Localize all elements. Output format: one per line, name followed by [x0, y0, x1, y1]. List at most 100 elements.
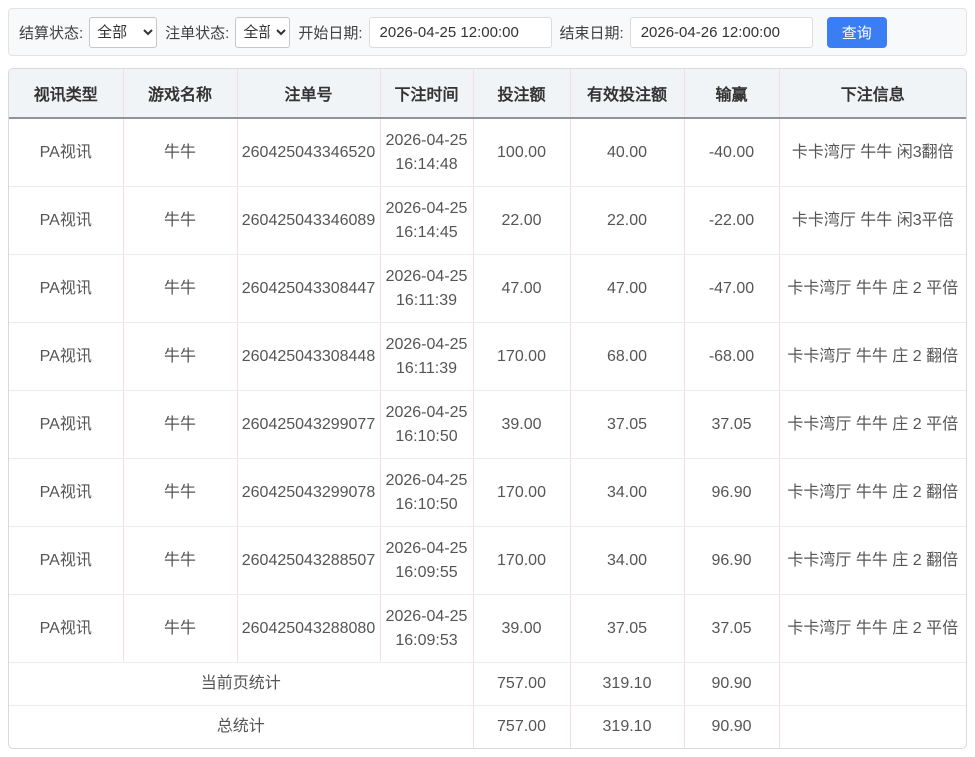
cell-win-loss: -22.00 [684, 187, 779, 255]
summary-row-grand-total: 总统计 757.00 319.10 90.90 [9, 706, 966, 749]
cell-video-type: PA视讯 [9, 118, 123, 187]
cell-bet-info: 卡卡湾厅 牛牛 庄 2 平倍 [779, 595, 966, 663]
cell-video-type: PA视讯 [9, 187, 123, 255]
cell-game-name: 牛牛 [123, 459, 237, 527]
cell-win-loss: 37.05 [684, 595, 779, 663]
cell-bet-info: 卡卡湾厅 牛牛 庄 2 平倍 [779, 391, 966, 459]
table-row: PA视讯 牛牛 260425043346089 2026-04-25 16:14… [9, 187, 966, 255]
cell-bet-amount: 22.00 [473, 187, 570, 255]
cell-valid-amount: 34.00 [570, 459, 684, 527]
page: 结算状态: 全部 注单状态: 全部 开始日期: 结束日期: 查询 [0, 0, 975, 757]
cell-bet-amount: 39.00 [473, 595, 570, 663]
cell-valid-amount: 40.00 [570, 118, 684, 187]
start-date-input[interactable] [369, 17, 552, 48]
cell-valid-amount: 34.00 [570, 527, 684, 595]
settlement-status-group: 结算状态: 全部 [19, 17, 157, 48]
cell-valid-amount: 47.00 [570, 255, 684, 323]
summary-current-win-loss-total: 90.90 [684, 663, 779, 706]
summary-row-current-page: 当前页统计 757.00 319.10 90.90 [9, 663, 966, 706]
order-status-label: 注单状态: [165, 22, 229, 43]
cell-bet-time: 2026-04-25 16:10:50 [380, 391, 473, 459]
cell-win-loss: 37.05 [684, 391, 779, 459]
table-row: PA视讯 牛牛 260425043299078 2026-04-25 16:10… [9, 459, 966, 527]
cell-order-id: 260425043308447 [237, 255, 380, 323]
header-bet-amount: 投注额 [473, 69, 570, 118]
cell-bet-info: 卡卡湾厅 牛牛 闲3翻倍 [779, 118, 966, 187]
summary-grand-valid-total: 319.10 [570, 706, 684, 749]
cell-video-type: PA视讯 [9, 595, 123, 663]
cell-bet-info: 卡卡湾厅 牛牛 庄 2 翻倍 [779, 459, 966, 527]
header-valid-amount: 有效投注额 [570, 69, 684, 118]
table-row: PA视讯 牛牛 260425043288080 2026-04-25 16:09… [9, 595, 966, 663]
cell-order-id: 260425043346520 [237, 118, 380, 187]
cell-win-loss: -68.00 [684, 323, 779, 391]
cell-game-name: 牛牛 [123, 323, 237, 391]
query-button[interactable]: 查询 [827, 17, 887, 48]
cell-order-id: 260425043288507 [237, 527, 380, 595]
cell-valid-amount: 37.05 [570, 391, 684, 459]
table-row: PA视讯 牛牛 260425043288507 2026-04-25 16:09… [9, 527, 966, 595]
header-win-loss: 输赢 [684, 69, 779, 118]
cell-win-loss: 96.90 [684, 527, 779, 595]
cell-bet-amount: 47.00 [473, 255, 570, 323]
table-body: PA视讯 牛牛 260425043346520 2026-04-25 16:14… [9, 118, 966, 748]
cell-bet-time: 2026-04-25 16:10:50 [380, 459, 473, 527]
summary-current-valid-total: 319.10 [570, 663, 684, 706]
table-row: PA视讯 牛牛 260425043308448 2026-04-25 16:11… [9, 323, 966, 391]
bet-records-table: 视讯类型 游戏名称 注单号 下注时间 投注额 有效投注额 输赢 下注信息 PA视… [9, 69, 966, 748]
header-bet-time: 下注时间 [380, 69, 473, 118]
header-bet-info: 下注信息 [779, 69, 966, 118]
settlement-status-select[interactable]: 全部 [89, 17, 157, 48]
cell-game-name: 牛牛 [123, 187, 237, 255]
table-header: 视讯类型 游戏名称 注单号 下注时间 投注额 有效投注额 输赢 下注信息 [9, 69, 966, 118]
cell-order-id: 260425043299077 [237, 391, 380, 459]
cell-bet-time: 2026-04-25 16:14:48 [380, 118, 473, 187]
cell-bet-amount: 170.00 [473, 527, 570, 595]
bet-records-table-container: 视讯类型 游戏名称 注单号 下注时间 投注额 有效投注额 输赢 下注信息 PA视… [8, 68, 967, 749]
cell-video-type: PA视讯 [9, 459, 123, 527]
cell-game-name: 牛牛 [123, 527, 237, 595]
cell-order-id: 260425043288080 [237, 595, 380, 663]
cell-bet-info: 卡卡湾厅 牛牛 庄 2 翻倍 [779, 527, 966, 595]
summary-current-info [779, 663, 966, 706]
table-row: PA视讯 牛牛 260425043299077 2026-04-25 16:10… [9, 391, 966, 459]
cell-order-id: 260425043299078 [237, 459, 380, 527]
header-order-id: 注单号 [237, 69, 380, 118]
filter-bar: 结算状态: 全部 注单状态: 全部 开始日期: 结束日期: 查询 [8, 8, 967, 56]
cell-bet-amount: 170.00 [473, 459, 570, 527]
cell-bet-time: 2026-04-25 16:11:39 [380, 255, 473, 323]
cell-valid-amount: 37.05 [570, 595, 684, 663]
end-date-input[interactable] [630, 17, 813, 48]
summary-grand-total-label: 总统计 [9, 706, 473, 749]
cell-game-name: 牛牛 [123, 391, 237, 459]
table-row: PA视讯 牛牛 260425043308447 2026-04-25 16:11… [9, 255, 966, 323]
cell-video-type: PA视讯 [9, 527, 123, 595]
cell-win-loss: -40.00 [684, 118, 779, 187]
cell-video-type: PA视讯 [9, 255, 123, 323]
order-status-group: 注单状态: 全部 [165, 17, 290, 48]
header-game-name: 游戏名称 [123, 69, 237, 118]
cell-bet-time: 2026-04-25 16:11:39 [380, 323, 473, 391]
end-date-group: 结束日期: [560, 17, 813, 48]
cell-valid-amount: 68.00 [570, 323, 684, 391]
cell-order-id: 260425043308448 [237, 323, 380, 391]
table-row: PA视讯 牛牛 260425043346520 2026-04-25 16:14… [9, 118, 966, 187]
cell-bet-amount: 100.00 [473, 118, 570, 187]
cell-valid-amount: 22.00 [570, 187, 684, 255]
summary-grand-bet-total: 757.00 [473, 706, 570, 749]
cell-bet-time: 2026-04-25 16:09:55 [380, 527, 473, 595]
summary-current-bet-total: 757.00 [473, 663, 570, 706]
cell-game-name: 牛牛 [123, 595, 237, 663]
cell-win-loss: 96.90 [684, 459, 779, 527]
summary-grand-win-loss-total: 90.90 [684, 706, 779, 749]
header-video-type: 视讯类型 [9, 69, 123, 118]
cell-bet-info: 卡卡湾厅 牛牛 闲3平倍 [779, 187, 966, 255]
start-date-label: 开始日期: [298, 22, 362, 43]
order-status-select[interactable]: 全部 [235, 17, 290, 48]
cell-bet-amount: 170.00 [473, 323, 570, 391]
cell-bet-info: 卡卡湾厅 牛牛 庄 2 平倍 [779, 255, 966, 323]
summary-current-page-label: 当前页统计 [9, 663, 473, 706]
settlement-status-label: 结算状态: [19, 22, 83, 43]
cell-bet-time: 2026-04-25 16:09:53 [380, 595, 473, 663]
cell-win-loss: -47.00 [684, 255, 779, 323]
